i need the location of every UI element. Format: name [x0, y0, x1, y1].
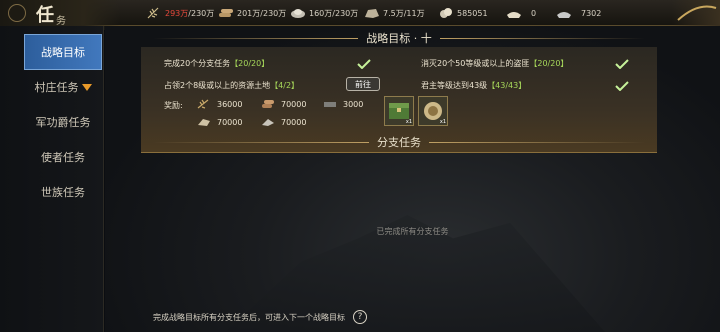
sidebar-item-envoy[interactable]: 使者任务	[24, 139, 102, 175]
goal-row: 占领2个8级或以上的资源土地【4/2】	[164, 80, 299, 91]
resource-stone[interactable]: 7.5万 /11万	[364, 6, 425, 20]
sidebar-item-strategic[interactable]: 战略目标	[24, 34, 102, 70]
sidebar-item-military-rank[interactable]: 军功爵任务	[24, 104, 102, 140]
gold-ingot-icon	[507, 12, 521, 18]
goto-button[interactable]: 前往	[346, 77, 380, 91]
resource-grain-max: /230万	[188, 8, 215, 18]
goal-progress: 【4/2】	[270, 81, 300, 90]
checkmark-icon	[357, 59, 371, 69]
reward-iron-2: 70000	[261, 117, 306, 127]
reward-item-medal[interactable]: x1	[418, 96, 448, 126]
resource-iron-current: 160万	[309, 8, 333, 18]
reward-stone: 70000	[197, 117, 242, 127]
iron-icon	[291, 9, 305, 18]
wood-icon	[219, 9, 233, 17]
goal-row: 完成20个分支任务【20/20】	[164, 58, 269, 69]
resource-copper-current: 585051	[457, 8, 488, 18]
sidebar-item-label: 使者任务	[41, 151, 85, 164]
resource-iron-max: /230万	[332, 8, 359, 18]
stone-icon	[365, 9, 379, 18]
resource-stone-max: /11万	[403, 8, 425, 18]
reward-grain: 36000	[197, 99, 242, 109]
sidebar-item-label: 军功爵任务	[35, 116, 91, 129]
sidebar-item-label: 村庄任务	[34, 81, 79, 94]
goal-row: 君主等级达到43级【43/43】	[421, 80, 526, 91]
grain-icon	[197, 99, 209, 109]
sidebar-item-label: 世族任务	[41, 186, 85, 199]
background-mountain	[225, 215, 605, 332]
checkmark-icon	[615, 59, 629, 69]
goal-text: 完成20个分支任务	[164, 59, 231, 68]
branch-title: 分支任务	[145, 134, 653, 150]
sidebar: 战略目标 村庄任务 军功爵任务 使者任务 世族任务	[0, 26, 104, 332]
strategic-title: 战略目标 · 十	[145, 30, 653, 46]
help-button[interactable]: ?	[353, 310, 367, 324]
sidebar-item-clan[interactable]: 世族任务	[24, 174, 102, 210]
main-panel: 战略目标 · 十 完成20个分支任务【20/20】 消灭20个50等级或以上的盗…	[105, 26, 720, 332]
reward-amount: 70000	[281, 117, 307, 127]
resource-stone-current: 7.5万	[383, 8, 404, 18]
goal-text: 消灭20个50等级或以上的盗匪	[421, 59, 530, 68]
goal-progress: 【20/20】	[230, 59, 270, 68]
silver-ingot-icon	[557, 12, 571, 18]
resource-iron[interactable]: 160万 /230万	[290, 6, 358, 20]
copper-coin-icon	[440, 8, 452, 18]
goal-text: 占领2个8级或以上的资源土地	[164, 81, 271, 90]
resource-grain[interactable]: 293万 /230万	[146, 6, 214, 20]
resource-silver-current: 7302	[581, 8, 602, 18]
top-bar: 任 务 293万 /230万 201万 /230万 160万 /230万 7.5…	[0, 0, 720, 30]
reward-iron: 3000	[323, 99, 363, 109]
title-main: 任	[36, 5, 54, 26]
resource-wood-current: 201万	[237, 8, 261, 18]
reward-amount: 70000	[217, 117, 243, 127]
reward-item-chest[interactable]: x1	[384, 96, 414, 126]
grain-icon	[147, 7, 159, 19]
item-qty: x1	[439, 119, 446, 125]
footer-hint-text: 完成战略目标所有分支任务后，可进入下一个战略目标	[153, 312, 345, 322]
reward-label: 奖励:	[164, 101, 183, 110]
reward-amount: 3000	[343, 99, 364, 109]
checkmark-icon	[615, 81, 629, 91]
branch-empty-text: 已完成所有分支任务	[376, 227, 449, 236]
resource-wood-max: /230万	[260, 8, 287, 18]
resource-copper[interactable]: 585051	[438, 6, 488, 20]
iron-icon	[262, 119, 274, 126]
goal-row: 消灭20个50等级或以上的盗匪【20/20】	[421, 58, 568, 69]
wood-icon	[262, 100, 274, 108]
resource-gold[interactable]: 0	[506, 6, 536, 20]
resource-wood[interactable]: 201万 /230万	[218, 6, 286, 20]
sidebar-item-label: 战略目标	[41, 46, 85, 59]
resource-silver[interactable]: 7302	[556, 6, 601, 20]
back-button[interactable]	[8, 4, 26, 22]
reward-amount: 36000	[217, 99, 243, 109]
footer-hint: 完成战略目标所有分支任务后，可进入下一个战略目标 ?	[153, 310, 367, 324]
corner-ornament	[672, 0, 720, 26]
item-qty: x1	[405, 119, 412, 125]
sidebar-item-village[interactable]: 村庄任务	[24, 69, 102, 105]
reward-wood: 70000	[261, 99, 306, 109]
goal-progress: 【20/20】	[529, 59, 569, 68]
triangle-down-icon	[81, 83, 92, 91]
goal-progress: 【43/43】	[487, 81, 527, 90]
stone-icon	[198, 119, 210, 126]
reward-amount: 70000	[281, 99, 307, 109]
goal-text: 君主等级达到43级	[421, 81, 488, 90]
resource-grain-current: 293万	[165, 8, 189, 18]
iron-icon	[324, 102, 336, 107]
swirl-icon	[677, 5, 717, 21]
title-sub: 务	[56, 16, 66, 27]
resource-gold-current: 0	[531, 8, 537, 18]
